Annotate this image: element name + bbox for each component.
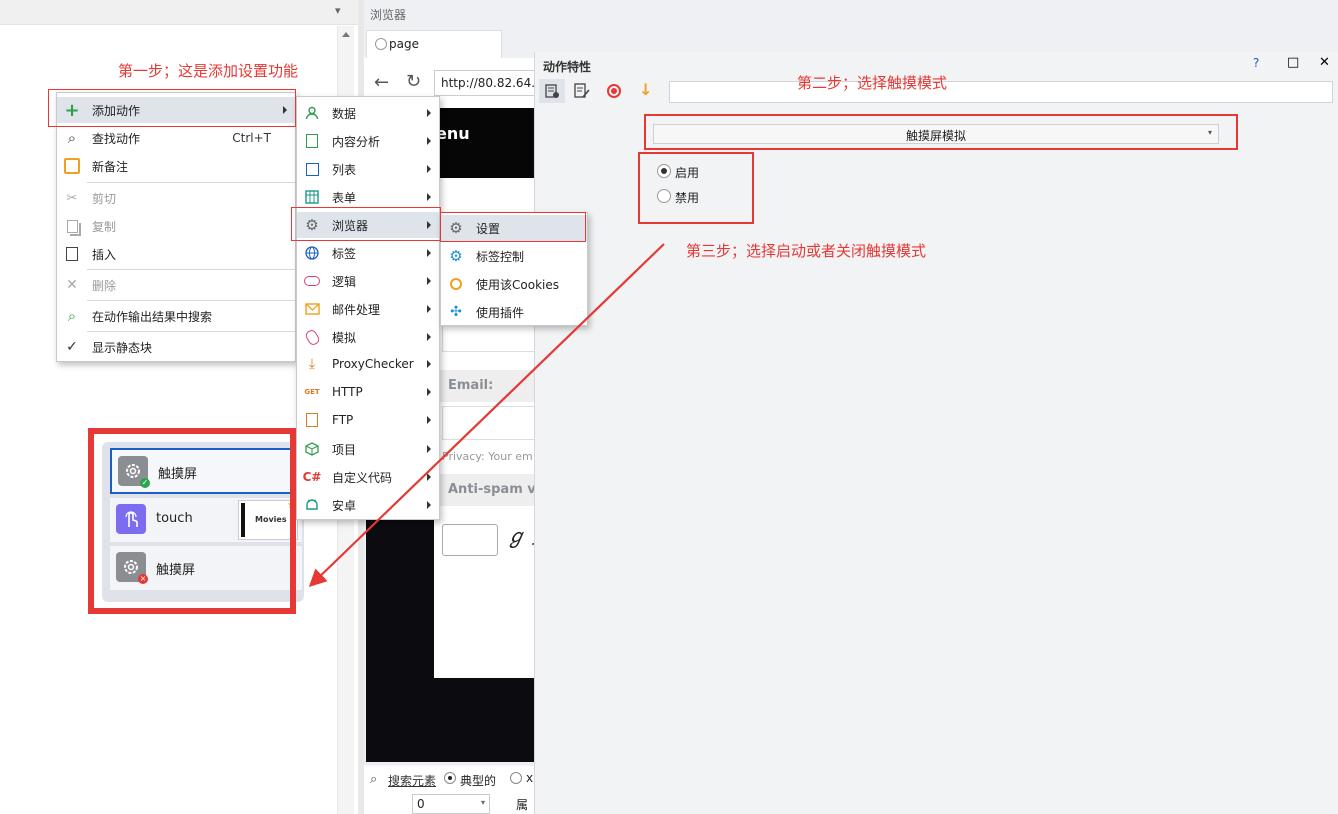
annotation-arrow xyxy=(308,243,665,588)
